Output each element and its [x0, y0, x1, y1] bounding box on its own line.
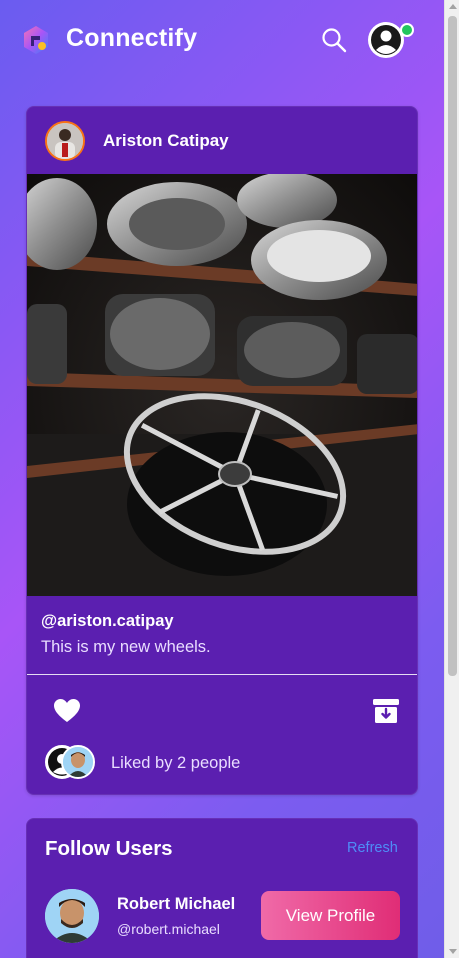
likes-count-text[interactable]: Liked by 2 people [111, 754, 240, 773]
follow-user-name[interactable]: Robert Michael [117, 895, 235, 914]
archive-icon[interactable] [372, 698, 400, 724]
follow-user-handle: @robert.michael [117, 921, 220, 937]
scrollbar-thumb[interactable] [448, 16, 457, 676]
post-author-handle[interactable]: @ariston.catipay [41, 612, 174, 631]
follow-users-card: Follow Users Refresh Robert Michael @rob… [26, 818, 418, 958]
post-author-name[interactable]: Ariston Catipay [103, 131, 229, 151]
scroll-up-arrow-icon[interactable] [449, 4, 457, 9]
divider [27, 674, 417, 675]
online-status-indicator [400, 23, 414, 37]
view-profile-button[interactable]: View Profile [261, 891, 400, 940]
post-card: Ariston Catipay @ariston.catipay This is… [26, 106, 418, 795]
page-scrollbar[interactable] [444, 0, 459, 958]
liker-avatars[interactable] [45, 745, 101, 783]
post-header: Ariston Catipay [27, 107, 417, 174]
user-avatar-icon [371, 25, 401, 55]
post-author-avatar[interactable] [45, 121, 85, 161]
app-logo-icon[interactable] [20, 24, 52, 56]
heart-icon[interactable] [53, 698, 81, 724]
liker-avatar [61, 745, 95, 779]
user-avatar-button[interactable] [368, 22, 404, 58]
top-header: Connectify [0, 0, 444, 82]
app-title: Connectify [66, 24, 198, 52]
scroll-down-arrow-icon[interactable] [449, 949, 457, 954]
refresh-link[interactable]: Refresh [347, 840, 398, 856]
follow-users-title: Follow Users [45, 837, 173, 860]
post-caption: This is my new wheels. [41, 638, 211, 656]
follow-user-avatar[interactable] [45, 889, 99, 943]
post-image[interactable] [27, 174, 418, 596]
search-icon[interactable] [320, 26, 348, 54]
